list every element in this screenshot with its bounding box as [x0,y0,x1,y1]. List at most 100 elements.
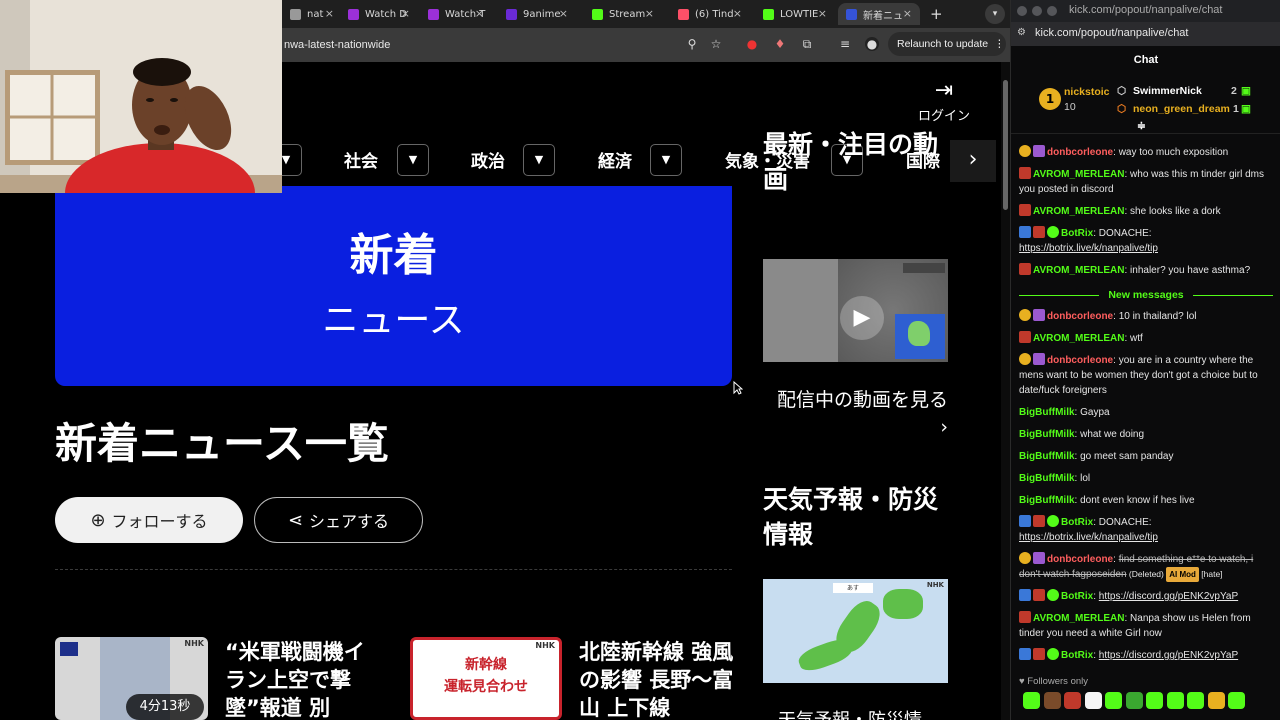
gift-icon: ▣ [1241,85,1251,97]
news-thumbnail-2[interactable]: 新幹線 運転見合わせ NHK [410,637,562,720]
login-button[interactable]: ⇥ ログイン [918,80,970,125]
nav-item-society[interactable]: 社会 [344,147,378,172]
emote-icon[interactable] [1146,692,1163,709]
chat-badge-icon [1033,226,1045,238]
chat-username[interactable]: BigBuffMilk [1019,429,1075,440]
tab-close-icon[interactable]: × [733,7,742,20]
emote-icon[interactable] [1125,692,1143,709]
play-icon[interactable]: ▶ [840,296,884,340]
emote-icon[interactable] [1043,692,1061,709]
chat-username[interactable]: AVROM_MERLEAN [1033,169,1124,180]
chat-username[interactable]: donbcorleone [1047,311,1113,322]
chat-username[interactable]: AVROM_MERLEAN [1033,206,1124,217]
nav-item-politics[interactable]: 政治 [471,147,505,172]
page-scrollbar-thumb[interactable] [1003,80,1008,210]
chat-badge-icon [1019,611,1031,623]
minimize-window-icon[interactable] [1032,6,1042,16]
tab-2[interactable]: Watch T × [420,3,492,25]
news-headline-1[interactable]: “米軍戦闘機イラン上空で撃墜”報道 別 [225,638,385,720]
extension-red-icon[interactable]: ● [745,37,759,51]
extensions-puzzle-icon[interactable]: ⧉ [800,37,814,51]
chat-link[interactable]: https://botrix.live/k/nanpalive/tip [1019,532,1158,543]
chat-username[interactable]: donbcorleone [1047,147,1113,158]
tab-close-icon[interactable]: × [903,7,912,20]
chat-username[interactable]: BotRix [1061,591,1093,602]
site-settings-icon[interactable]: ⚙ [1017,27,1026,38]
tab-0[interactable]: nat × [282,3,342,25]
nav-dropdown-economy[interactable]: ▼ [650,144,682,176]
profile-avatar-icon[interactable]: ● [865,37,879,51]
extension-pin-icon[interactable]: ♦ [773,37,787,51]
leader-name-1[interactable]: nickstoic [1064,86,1110,98]
leader-name-2[interactable]: SwimmerNick [1133,85,1202,97]
tab-4[interactable]: Stream × [584,3,662,25]
chat-username[interactable]: BigBuffMilk [1019,407,1075,418]
emote-icon[interactable] [1187,692,1204,709]
zoom-icon[interactable]: ⚲ [685,37,699,51]
expand-leaderboard-icon[interactable]: ≑ [1137,120,1146,132]
hex-badge-icon: ⬡ [1117,85,1127,97]
chat-message-text: she looks like a dork [1130,206,1221,217]
chat-username[interactable]: AVROM_MERLEAN [1033,613,1124,624]
news-headline-2[interactable]: 北陸新幹線 強風の影響 長野〜富山 上下線 [579,638,739,720]
chat-username[interactable]: BotRix [1061,517,1093,528]
chat-link[interactable]: https://discord.gg/pENK2vpYaP [1099,650,1238,661]
maximize-window-icon[interactable] [1047,6,1057,16]
nav-dropdown-politics[interactable]: ▼ [523,144,555,176]
emote-icon[interactable] [1084,692,1102,709]
watch-live-link[interactable]: 配信中の動画を見る › [770,387,948,441]
chat-username[interactable]: BotRix [1061,228,1093,239]
chat-username[interactable]: BigBuffMilk [1019,495,1075,506]
tab-1[interactable]: Watch D × [340,3,418,25]
heart-icon: ♥ [1019,676,1025,687]
tab-close-icon[interactable]: × [818,7,827,20]
nav-next-arrow-icon[interactable]: › [950,140,996,182]
chat-link[interactable]: https://botrix.live/k/nanpalive/tip [1019,243,1158,254]
emote-icon[interactable] [1166,692,1184,709]
new-tab-button[interactable]: + [930,5,943,23]
chat-window-title: kick.com/popout/nanpalive/chat [1069,4,1223,16]
hero-subtitle: ニュース [322,300,465,341]
nav-item-economy[interactable]: 経済 [598,147,632,172]
tab-close-icon[interactable]: × [559,7,568,20]
emote-icon[interactable] [1105,692,1122,709]
follow-button[interactable]: ⊕ フォローする [55,497,243,543]
tab-close-icon[interactable]: × [401,7,410,20]
verified-icon [1047,515,1059,527]
tab-6[interactable]: LOWTIE × [755,3,835,25]
new-messages-divider[interactable]: New messages [1011,287,1280,303]
tab-close-icon[interactable]: × [645,7,654,20]
tab-3[interactable]: 9anime × [498,3,576,25]
chat-username[interactable]: BigBuffMilk [1019,473,1075,484]
emote-icon[interactable] [1207,692,1225,709]
media-control-icon[interactable]: ≡ [838,37,852,51]
leader-name-3[interactable]: neon_green_dream [1133,103,1230,115]
tab-5[interactable]: (6) Tind × [670,3,750,25]
weather-map-thumbnail[interactable]: あす NHK [763,579,948,683]
chat-username[interactable]: AVROM_MERLEAN [1033,333,1124,344]
share-button[interactable]: ⋖ シェアする [254,497,423,543]
close-window-icon[interactable] [1017,6,1027,16]
chat-url-field[interactable]: kick.com/popout/nanpalive/chat [1035,27,1188,39]
chat-username[interactable]: AVROM_MERLEAN [1033,265,1124,276]
chat-username[interactable]: donbcorleone [1047,554,1113,565]
url-field[interactable]: nwa-latest-nationwide [284,39,390,51]
tab-7[interactable]: 新着ニュ × [838,3,920,25]
emote-icon[interactable] [1064,692,1081,709]
emote-icon[interactable] [1228,692,1245,709]
chat-badge-icon [1033,309,1045,321]
tab-search-button[interactable]: ▾ [985,4,1005,24]
chat-username[interactable]: BotRix [1061,650,1093,661]
chat-badge-icon [1019,589,1031,601]
nav-dropdown-society[interactable]: ▼ [397,144,429,176]
chat-username[interactable]: BigBuffMilk [1019,451,1075,462]
tab-close-icon[interactable]: × [475,7,484,20]
bookmark-star-icon[interactable]: ☆ [709,37,723,51]
chat-link[interactable]: https://discord.gg/pENK2vpYaP [1099,591,1238,602]
leader-count-2: 2 [1231,85,1237,97]
relaunch-button[interactable]: Relaunch to update ⋮ [888,32,1006,56]
chat-username[interactable]: donbcorleone [1047,355,1113,366]
tab-close-icon[interactable]: × [325,7,334,20]
emote-icon[interactable] [1023,692,1040,709]
chat-message-text: inhaler? you have asthma? [1130,265,1251,276]
